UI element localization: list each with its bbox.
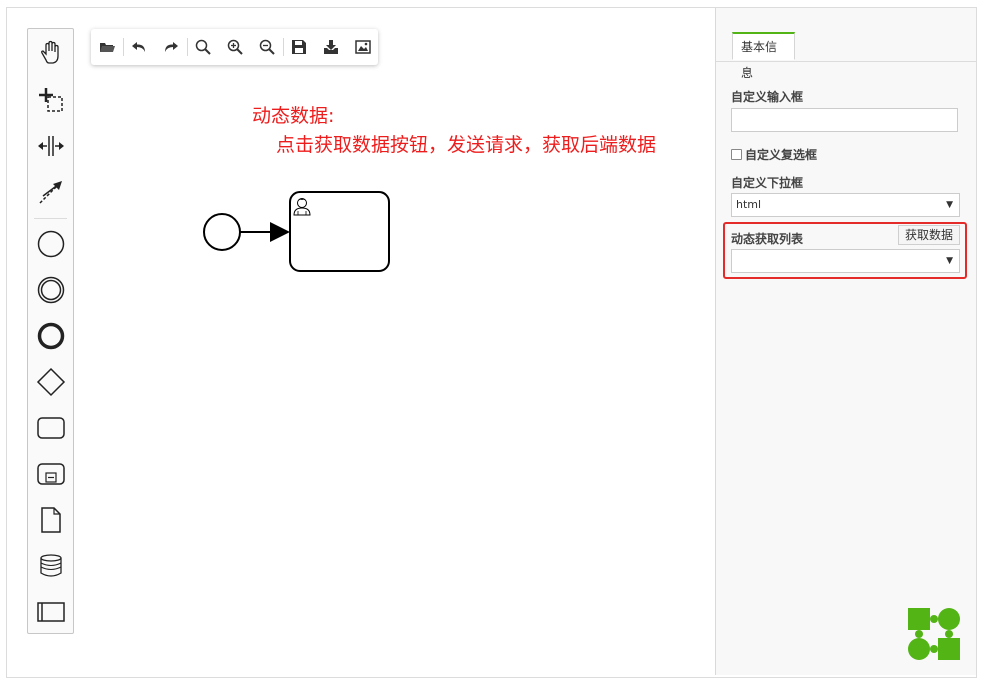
- custom-checkbox-label: 自定义复选框: [745, 148, 818, 162]
- save-icon[interactable]: [287, 35, 311, 59]
- data-store-icon[interactable]: [28, 546, 73, 586]
- properties-panel: 基本信息 自定义输入框 自定义复选框 自定义下拉框 html ▼ 动态获取列表 …: [715, 8, 976, 675]
- intermediate-event-icon[interactable]: [28, 270, 73, 310]
- zoom-in-icon[interactable]: [223, 35, 247, 59]
- custom-checkbox-row[interactable]: 自定义复选框: [731, 146, 817, 163]
- bpmn-io-logo[interactable]: [907, 607, 961, 661]
- export-image-icon[interactable]: [351, 35, 375, 59]
- redo-icon[interactable]: [159, 35, 183, 59]
- start-event-icon[interactable]: [28, 224, 73, 264]
- chevron-down-icon: ▼: [946, 256, 953, 266]
- start-event-shape[interactable]: [203, 213, 241, 251]
- hand-tool-icon[interactable]: [28, 33, 73, 73]
- note-line-2: 点击获取数据按钮，发送请求，获取后端数据: [276, 134, 657, 156]
- note-line-1: 动态数据:: [252, 105, 335, 127]
- open-folder-icon[interactable]: [95, 35, 119, 59]
- fetch-data-button[interactable]: 获取数据: [898, 225, 960, 245]
- custom-select[interactable]: html ▼: [731, 193, 960, 217]
- subprocess-icon[interactable]: [28, 454, 73, 494]
- dynamic-list-select[interactable]: ▼: [731, 249, 960, 273]
- gateway-icon[interactable]: [28, 362, 73, 402]
- custom-input-label: 自定义输入框: [731, 90, 804, 104]
- download-icon[interactable]: [319, 35, 343, 59]
- end-event-icon[interactable]: [28, 316, 73, 356]
- zoom-out-icon[interactable]: [255, 35, 279, 59]
- undo-icon[interactable]: [127, 35, 151, 59]
- editor-toolbar: [91, 29, 378, 65]
- toolbar-separator: [187, 38, 188, 56]
- space-tool-icon[interactable]: [28, 126, 73, 166]
- custom-select-value: html: [736, 198, 762, 211]
- dynamic-list-label: 动态获取列表: [731, 232, 804, 246]
- toolbar-separator: [283, 38, 284, 56]
- global-connect-tool-icon[interactable]: [28, 172, 73, 212]
- properties-tabbar: 基本信息: [716, 8, 976, 80]
- custom-select-label: 自定义下拉框: [731, 176, 804, 190]
- tab-basic-info[interactable]: 基本信息: [732, 32, 795, 80]
- palette-separator: [34, 218, 67, 219]
- chevron-down-icon: ▼: [946, 200, 953, 210]
- toolbar-separator: [123, 38, 124, 56]
- palette: [27, 28, 74, 634]
- annotation-note: 动态数据: 点击获取数据按钮，发送请求，获取后端数据: [252, 102, 656, 160]
- custom-input-field[interactable]: [731, 108, 958, 132]
- lasso-tool-icon[interactable]: [28, 80, 73, 120]
- participant-icon[interactable]: [28, 592, 73, 632]
- custom-checkbox[interactable]: [731, 149, 742, 160]
- task-icon[interactable]: [28, 408, 73, 448]
- zoom-reset-icon[interactable]: [191, 35, 215, 59]
- data-object-icon[interactable]: [28, 500, 73, 540]
